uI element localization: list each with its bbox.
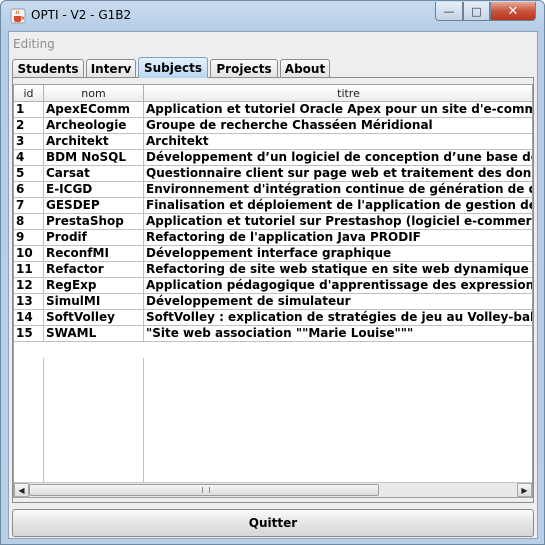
cell-id[interactable]: 15	[14, 326, 44, 342]
subjects-panel: id nom titre 1 ApexEComm Application et tu…	[12, 77, 534, 503]
cell-titre[interactable]: Groupe de recherche Chasséen Méridional	[144, 118, 532, 134]
tab-students[interactable]: Students	[12, 59, 84, 77]
arrow-right-icon: ▶	[521, 485, 528, 495]
table-row[interactable]: 9 Prodif Refactoring de l'application Java…	[14, 230, 532, 246]
tab-interv[interactable]: Interv	[86, 59, 136, 77]
cell-id[interactable]: 6	[14, 182, 44, 198]
cell-nom[interactable]: GESDEP	[44, 198, 144, 214]
table-empty-area	[14, 358, 532, 497]
cell-titre[interactable]: Application pédagogique d'apprentissage …	[144, 278, 532, 294]
java-coffee-icon	[10, 8, 26, 24]
cell-id[interactable]: 7	[14, 198, 44, 214]
cell-id[interactable]: 5	[14, 166, 44, 182]
minimize-icon: —	[443, 4, 455, 18]
section-label: Editing	[13, 37, 55, 51]
window-title: OPTI - V2 - G1B2	[31, 8, 132, 22]
table-row[interactable]: 5 Carsat Questionnaire client sur page web…	[14, 166, 532, 182]
table-row[interactable]: 6 E-ICGD Environnement d'intégration conti…	[14, 182, 532, 198]
cell-nom[interactable]: SimulMI	[44, 294, 144, 310]
table-row[interactable]: 3 Architekt Architekt	[14, 134, 532, 150]
cell-titre[interactable]: Application et tutoriel sur Prestashop (…	[144, 214, 532, 230]
table-row[interactable]: 1 ApexEComm Application et tutoriel Oracle…	[14, 102, 532, 118]
table-header: id nom titre	[14, 85, 532, 102]
cell-titre[interactable]: Application et tutoriel Oracle Apex pour…	[144, 102, 532, 118]
cell-id[interactable]: 11	[14, 262, 44, 278]
cell-id[interactable]: 13	[14, 294, 44, 310]
table-row[interactable]: 13 SimulMI Développement de simulateur	[14, 294, 532, 310]
cell-titre[interactable]: Architekt	[144, 134, 532, 150]
cell-nom[interactable]: ReconfMI	[44, 246, 144, 262]
tab-subjects[interactable]: Subjects	[138, 57, 208, 78]
cell-nom[interactable]: RegExp	[44, 278, 144, 294]
cell-titre[interactable]: Développement interface graphique	[144, 246, 532, 262]
cell-nom[interactable]: BDM NoSQL	[44, 150, 144, 166]
table-row[interactable]: 14 SoftVolley SoftVolley : explication de …	[14, 310, 532, 326]
maximize-button[interactable]: □	[463, 2, 490, 21]
cell-nom[interactable]: Architekt	[44, 134, 144, 150]
cell-titre[interactable]: "Site web association ""Marie Louise"""	[144, 326, 532, 342]
table-row[interactable]: 8 PrestaShop Application et tutoriel sur P…	[14, 214, 532, 230]
table-row[interactable]: 4 BDM NoSQL Développement d’un logiciel de…	[14, 150, 532, 166]
table-row[interactable]: 2 Archeologie Groupe de recherche Chasséen…	[14, 118, 532, 134]
scroll-right-button[interactable]: ▶	[517, 483, 532, 497]
close-icon: ✕	[507, 3, 519, 19]
column-header-titre[interactable]: titre	[144, 85, 532, 102]
table-row[interactable]: 11 Refactor Refactoring de site web statiq…	[14, 262, 532, 278]
minimize-button[interactable]: —	[435, 2, 463, 21]
cell-id[interactable]: 2	[14, 118, 44, 134]
cell-nom[interactable]: ApexEComm	[44, 102, 144, 118]
cell-id[interactable]: 9	[14, 230, 44, 246]
close-button[interactable]: ✕	[490, 2, 536, 21]
cell-titre[interactable]: Refactoring de site web statique en site…	[144, 262, 532, 278]
table-row[interactable]: 12 RegExp Application pédagogique d'appren…	[14, 278, 532, 294]
table-row[interactable]: 7 GESDEP Finalisation et déploiement de l'…	[14, 198, 532, 214]
cell-nom[interactable]: Archeologie	[44, 118, 144, 134]
cell-nom[interactable]: Prodif	[44, 230, 144, 246]
horizontal-scrollbar[interactable]: ◀ ▶	[14, 482, 532, 497]
cell-nom[interactable]: PrestaShop	[44, 214, 144, 230]
tab-about[interactable]: About	[280, 59, 330, 77]
cell-id[interactable]: 8	[14, 214, 44, 230]
cell-titre[interactable]: Environnement d'intégration continue de …	[144, 182, 532, 198]
cell-nom[interactable]: SWAML	[44, 326, 144, 342]
table-row[interactable]: 15 SWAML "Site web association ""Marie Lou…	[14, 326, 532, 342]
title-bar[interactable]: OPTI - V2 - G1B2 — □ ✕	[1, 1, 544, 31]
cell-id[interactable]: 1	[14, 102, 44, 118]
app-window: OPTI - V2 - G1B2 — □ ✕ Editing Students …	[0, 0, 545, 545]
column-header-nom[interactable]: nom	[44, 85, 144, 102]
cell-id[interactable]: 4	[14, 150, 44, 166]
cell-nom[interactable]: SoftVolley	[44, 310, 144, 326]
cell-titre[interactable]: Refactoring de l'application Java PRODIF	[144, 230, 532, 246]
table-row[interactable]: 10 ReconfMI Développement interface graphi…	[14, 246, 532, 262]
quit-button[interactable]: Quitter	[12, 509, 534, 537]
column-header-id[interactable]: id	[14, 85, 44, 102]
cell-titre[interactable]: Développement d’un logiciel de conceptio…	[144, 150, 532, 166]
cell-titre[interactable]: SoftVolley : explication de stratégies d…	[144, 310, 532, 326]
maximize-icon: □	[471, 4, 482, 18]
cell-id[interactable]: 14	[14, 310, 44, 326]
cell-id[interactable]: 12	[14, 278, 44, 294]
cell-nom[interactable]: Carsat	[44, 166, 144, 182]
subjects-table: id nom titre 1 ApexEComm Application et tu…	[13, 84, 533, 498]
scrollbar-thumb[interactable]	[29, 484, 379, 496]
table-body: 1 ApexEComm Application et tutoriel Oracle…	[14, 102, 532, 342]
cell-id[interactable]: 10	[14, 246, 44, 262]
client-area: Editing Students Interv Subjects Project…	[8, 31, 538, 539]
cell-titre[interactable]: Finalisation et déploiement de l'applica…	[144, 198, 532, 214]
arrow-left-icon: ◀	[18, 485, 25, 495]
scroll-left-button[interactable]: ◀	[14, 483, 29, 497]
grip-icon	[202, 487, 210, 493]
cell-id[interactable]: 3	[14, 134, 44, 150]
tab-projects[interactable]: Projects	[210, 59, 278, 77]
cell-titre[interactable]: Développement de simulateur	[144, 294, 532, 310]
cell-nom[interactable]: E-ICGD	[44, 182, 144, 198]
cell-titre[interactable]: Questionnaire client sur page web et tra…	[144, 166, 532, 182]
cell-nom[interactable]: Refactor	[44, 262, 144, 278]
